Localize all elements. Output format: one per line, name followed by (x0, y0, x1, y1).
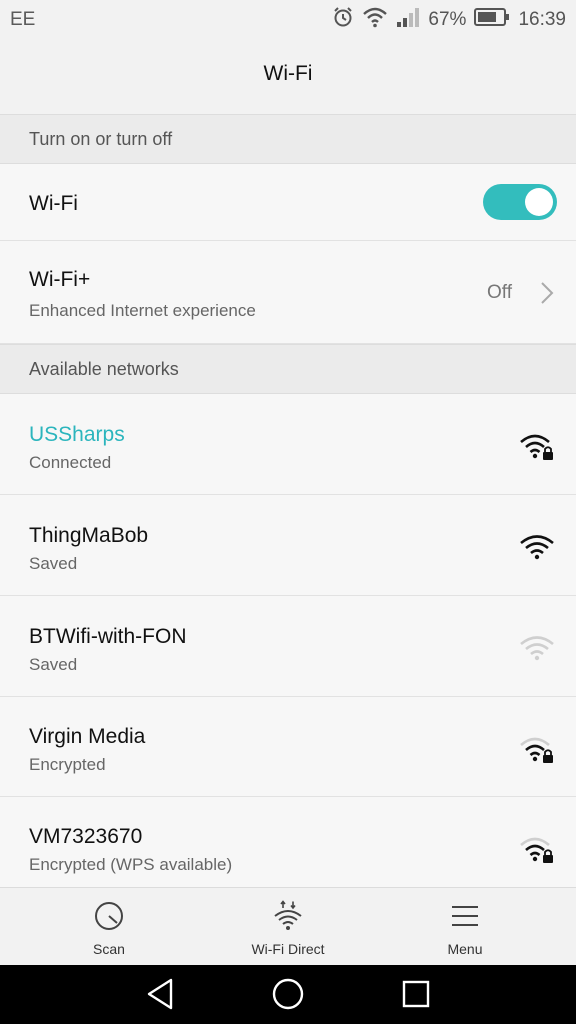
recents-icon[interactable] (400, 977, 432, 1016)
network-row[interactable]: BTWifi-with-FON Saved (0, 596, 576, 697)
scan-icon (13, 900, 205, 932)
wifi-lock-medium-icon (518, 833, 556, 870)
wifi-status-icon (362, 6, 388, 34)
alarm-icon (332, 6, 354, 34)
menu-icon (369, 900, 561, 932)
clock: 16:39 (518, 9, 566, 30)
status-bar: EE 67% 16:39 (0, 0, 576, 40)
battery-icon (474, 7, 510, 33)
system-nav-bar (0, 965, 576, 1024)
wifi-strong-icon (518, 531, 556, 568)
scan-label: Scan (93, 941, 125, 957)
status-icons: 67% 16:39 (332, 6, 566, 34)
menu-button[interactable]: Menu (369, 888, 561, 966)
wifi-direct-button[interactable]: Wi-Fi Direct (192, 888, 384, 966)
wifi-toggle-switch[interactable] (483, 184, 557, 220)
section-header-toggle: Turn on or turn off (0, 114, 576, 164)
wifi-direct-icon (192, 900, 384, 932)
page-title: Wi-Fi (263, 62, 313, 85)
network-status: Saved (29, 554, 78, 573)
battery-percent: 67% (428, 9, 467, 30)
wifi-plus-state: Off (487, 282, 512, 303)
wifi-toggle-row[interactable]: Wi-Fi (0, 164, 576, 241)
network-name: ThingMaBob (29, 524, 149, 547)
wifi-lock-strong-icon (518, 430, 556, 467)
network-name: VM7323670 (29, 825, 143, 848)
signal-icon (396, 6, 420, 34)
section-label: Turn on or turn off (29, 129, 173, 149)
section-header-networks: Available networks (0, 344, 576, 394)
network-status: Encrypted (29, 755, 106, 774)
title-bar: Wi-Fi (0, 40, 576, 115)
network-row[interactable]: USSharps Connected (0, 394, 576, 495)
wifi-plus-subtitle: Enhanced Internet experience (29, 301, 256, 320)
network-row[interactable]: ThingMaBob Saved (0, 495, 576, 596)
wifi-weak-icon (518, 632, 556, 669)
network-name: USSharps (29, 423, 125, 446)
home-icon[interactable] (271, 977, 305, 1016)
network-status: Saved (29, 655, 78, 674)
wifi-plus-row[interactable]: Wi-Fi+ Enhanced Internet experience Off (0, 241, 576, 344)
back-icon[interactable] (145, 977, 177, 1016)
bottom-action-bar: Scan Wi-Fi Direct Menu (0, 887, 576, 965)
wifi-lock-medium-icon (518, 733, 556, 770)
toggle-knob (525, 188, 553, 216)
network-name: BTWifi-with-FON (29, 625, 187, 648)
section-label: Available networks (29, 359, 179, 379)
scan-button[interactable]: Scan (13, 888, 205, 966)
network-status: Encrypted (WPS available) (29, 855, 233, 874)
network-name: Virgin Media (29, 725, 146, 748)
chevron-right-icon (540, 281, 554, 310)
network-status: Connected (29, 453, 112, 472)
wifi-label: Wi-Fi (29, 192, 78, 215)
wifi-direct-label: Wi-Fi Direct (251, 941, 325, 957)
menu-label: Menu (447, 941, 483, 957)
network-row[interactable]: VM7323670 Encrypted (WPS available) (0, 797, 576, 887)
wifi-plus-label: Wi-Fi+ (29, 268, 91, 291)
network-row[interactable]: Virgin Media Encrypted (0, 697, 576, 797)
carrier-name: EE (10, 9, 36, 30)
